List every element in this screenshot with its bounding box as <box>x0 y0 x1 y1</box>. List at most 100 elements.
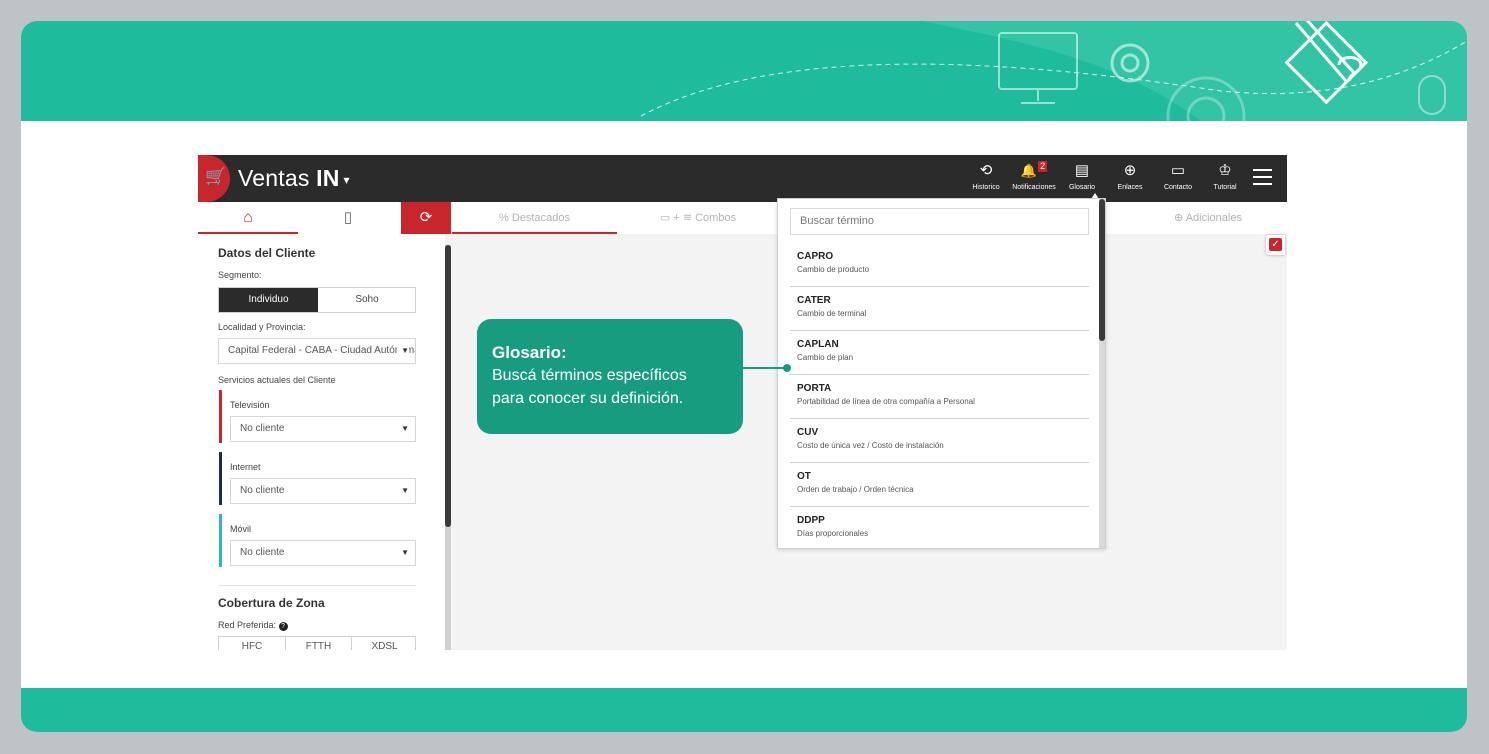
glossary-item[interactable]: CUV Costo de única vez / Costo de instala… <box>790 419 1089 463</box>
tab-bar: ⌂ ▯ ⟳ % Destacados ▭ + ≋ Combos ⊕ Adicio… <box>198 202 1287 234</box>
tab-label: Destacados <box>511 212 570 224</box>
callout-title: Glosario: <box>492 343 567 362</box>
glossary-scrollbar-thumb[interactable] <box>1099 199 1105 341</box>
tab-mobile[interactable]: ▯ <box>298 202 398 234</box>
red-toggle: HFC FTTH XDSL <box>218 636 416 650</box>
internet-value: No cliente <box>240 485 285 496</box>
cart-button[interactable]: 🛒 <box>198 155 230 202</box>
nav-contacto[interactable]: ▭ Contacto <box>1152 161 1204 191</box>
tab-home[interactable]: ⌂ <box>198 202 298 234</box>
chevron-down-icon: ▼ <box>397 339 409 363</box>
callout-line: Buscá términos específicos <box>492 367 687 384</box>
red-label: Red Preferida: ? <box>218 620 288 631</box>
tv-label: Televisión <box>230 400 270 410</box>
glossary-item[interactable]: CAPRO Cambio de producto <box>790 243 1089 287</box>
nav-label: Contacto <box>1163 184 1193 191</box>
tab-adicionales[interactable]: ⊕ Adicionales <box>1133 202 1283 234</box>
red-option-xdsl[interactable]: XDSL <box>351 637 415 650</box>
bell-icon: 🔔 2 <box>1020 161 1048 178</box>
tv-accent-bar <box>219 390 222 443</box>
glossary-term: CATER <box>797 295 831 306</box>
callout-connector-dot <box>783 364 791 372</box>
notification-badge: 2 <box>1038 161 1048 172</box>
glossary-definition: Orden de trabajo / Orden técnica <box>797 485 914 494</box>
nav-enlaces[interactable]: ⊕ Enlaces <box>1104 161 1156 191</box>
glossary-term: CAPLAN <box>797 339 839 350</box>
tv-value: No cliente <box>240 423 285 434</box>
internet-accent-bar <box>219 452 222 505</box>
footer-band <box>21 688 1467 732</box>
nav-historico[interactable]: ⟲ Historico <box>960 161 1012 191</box>
tab-destacados[interactable]: % Destacados <box>452 202 617 234</box>
movil-accent-bar <box>219 514 222 567</box>
movil-select[interactable]: No cliente ▼ <box>230 540 416 566</box>
nav-label: Historico <box>972 184 1000 191</box>
glossary-term: CUV <box>797 427 819 438</box>
glossary-search-input[interactable]: Buscar término <box>790 208 1089 235</box>
menu-icon[interactable] <box>1253 169 1272 185</box>
callout-connector <box>742 367 787 369</box>
sidebar-scrollbar-thumb[interactable] <box>445 245 451 527</box>
glossary-item[interactable]: CAPLAN Cambio de plan <box>790 331 1089 375</box>
percent-icon: % <box>499 212 512 224</box>
red-option-hfc[interactable]: HFC <box>219 641 285 650</box>
nav-tutorial[interactable]: ♔ Tutorial <box>1199 161 1251 191</box>
chevron-down-icon: ▾ <box>343 172 350 187</box>
cobertura-title: Cobertura de Zona <box>218 596 325 610</box>
graduate-icon: ♔ <box>1218 162 1232 179</box>
glossary-definition: Costo de única vez / Costo de instalació… <box>797 441 944 450</box>
glossary-item[interactable]: PORTA Portabilidad de línea de otra compa… <box>790 375 1089 419</box>
segment-soho[interactable]: Soho <box>318 288 416 312</box>
glossary-definition: Días proporcionales <box>797 529 869 538</box>
tv-wifi-icon: ▭ + ≋ <box>659 212 696 224</box>
checklist-button[interactable]: ✓ <box>1266 235 1285 255</box>
sidebar-title: Datos del Cliente <box>218 246 316 260</box>
client-sidebar: Datos del Cliente Segmento: Individuo So… <box>198 234 445 650</box>
glossary-item[interactable]: CATER Cambio de terminal <box>790 287 1089 331</box>
glossary-term: DDPP <box>797 515 825 526</box>
header-banner <box>21 21 1467 121</box>
refresh-button[interactable]: ⟳ <box>401 202 451 234</box>
glossary-definition: Portabilidad de línea de otra compañía a… <box>797 397 975 406</box>
banner-decoration <box>640 21 1467 121</box>
nav-notificaciones[interactable]: 🔔 2 Notificaciones <box>1008 161 1060 191</box>
globe-icon: ⊕ <box>1123 162 1137 179</box>
tab-label: Adicionales <box>1185 212 1242 224</box>
glossary-item[interactable]: DDPP Días proporcionales <box>790 507 1089 548</box>
segment-individuo[interactable]: Individuo <box>219 288 318 312</box>
localidad-select[interactable]: Capital Federal - CABA - Ciudad Autónoma… <box>218 338 416 364</box>
nav-glosario[interactable]: ▤ Glosario <box>1056 161 1108 191</box>
segment-toggle: Individuo Soho <box>218 287 416 313</box>
tab-label: Combos <box>695 212 737 224</box>
tab-combos[interactable]: ▭ + ≋ Combos <box>628 202 768 234</box>
movil-label: Móvil <box>230 524 252 534</box>
glossary-definition: Cambio de terminal <box>797 309 867 318</box>
nav-label: Glosario <box>1068 184 1096 191</box>
tv-select[interactable]: No cliente ▼ <box>230 416 416 442</box>
glossary-dropdown: Buscar término CAPRO Cambio de producto C… <box>777 198 1106 549</box>
app-brand[interactable]: Ventas IN ▾ <box>238 165 350 192</box>
brand-name: Ventas <box>238 165 310 191</box>
nav-label: Notificaciones <box>1012 184 1056 191</box>
localidad-label: Localidad y Provincia: <box>218 322 306 332</box>
servicios-label: Servicios actuales del Cliente <box>218 375 336 385</box>
glossary-definition: Cambio de plan <box>797 353 854 362</box>
localidad-value: Capital Federal - CABA - Ciudad Autónoma <box>228 345 416 356</box>
chevron-down-icon: ▼ <box>401 486 409 495</box>
chat-icon: ▭ <box>1170 162 1186 179</box>
brand-suffix: IN <box>316 165 340 191</box>
glossary-term: CAPRO <box>797 251 834 262</box>
nav-label: Enlaces <box>1117 184 1143 191</box>
red-label-text: Red Preferida: <box>218 620 277 630</box>
internet-select[interactable]: No cliente ▼ <box>230 478 416 504</box>
nav-label: Tutorial <box>1213 184 1237 191</box>
book-icon: ▤ <box>1074 162 1090 179</box>
cart-icon: 🛒 <box>205 167 227 186</box>
glossary-list: CAPRO Cambio de producto CATER Cambio de t… <box>790 243 1089 548</box>
help-icon[interactable]: ? <box>278 622 288 631</box>
glossary-term: OT <box>797 471 811 482</box>
segmento-label: Segmento: <box>218 270 262 280</box>
red-option-ftth[interactable]: FTTH <box>285 637 351 650</box>
glossary-item[interactable]: OT Orden de trabajo / Orden técnica <box>790 463 1089 507</box>
internet-label: Internet <box>230 462 261 472</box>
